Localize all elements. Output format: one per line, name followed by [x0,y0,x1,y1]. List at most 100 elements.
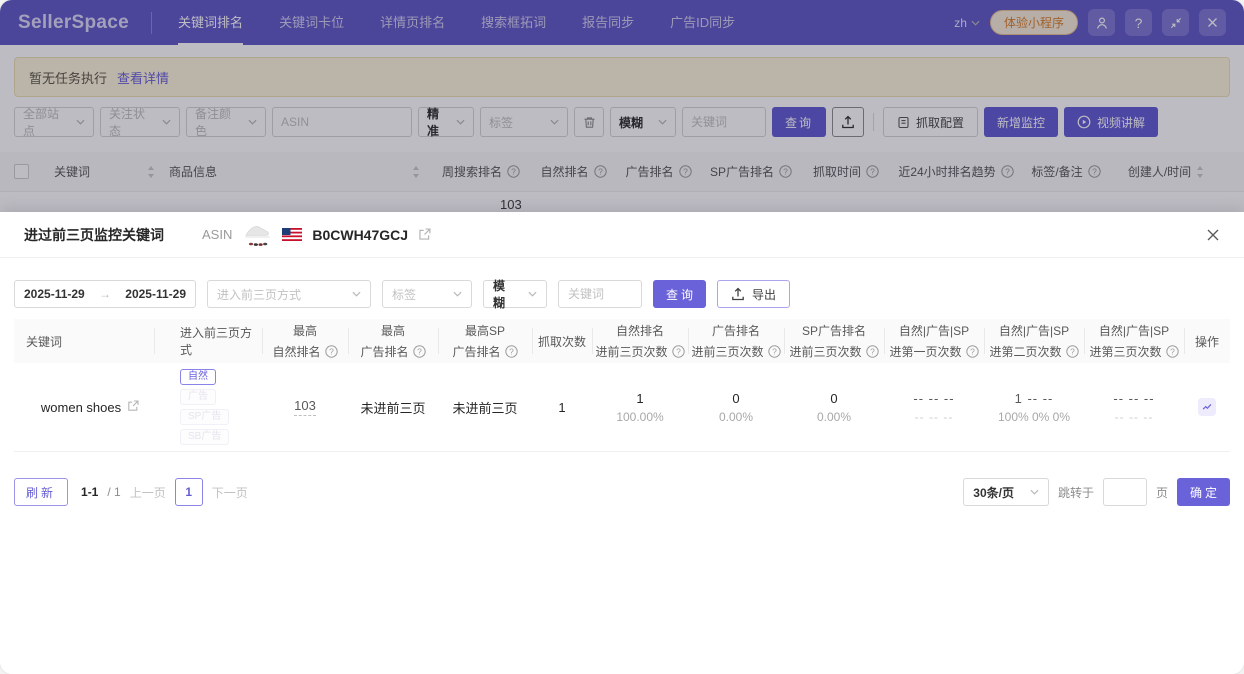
entry-mode-select[interactable]: 进入前三页方式 [207,280,371,308]
current-page-button[interactable]: 1 [175,478,203,506]
col-max-ad: 最高 广告排名 ? [348,319,438,363]
info-icon[interactable]: ? [866,345,879,358]
modal-search-button[interactable]: 查询 [653,280,706,308]
svg-text:?: ? [772,346,777,356]
export-label: 导出 [752,286,776,303]
col-entry-mode: 进入前三页方式 [154,319,262,363]
col-crawl-count: 抓取次数 [532,319,592,363]
cell-max-sp: 未进前三页 [438,398,532,417]
col-label: 自然|广告|SP [899,322,969,339]
max-sp-rank-value: 未进前三页 [452,398,517,417]
col-label: 最高SP [465,322,505,339]
cell-page1: -- -- -- -- -- -- [884,391,984,424]
svg-text:?: ? [1170,346,1175,356]
max-organic-rank-link[interactable]: 103 [294,398,316,416]
modal-pagination: 刷新 1-1 / 1 上一页 1 下一页 30条/页 跳转于 页 确定 [0,452,1244,506]
cell-entry-tags: 自然 广告 SP广告 SB广告 [154,369,262,445]
modal-keyword-input[interactable] [558,280,642,308]
export-button[interactable]: 导出 [717,280,790,308]
page-size-value: 30条/页 [973,484,1014,501]
info-icon[interactable]: ? [325,345,338,358]
info-icon[interactable]: ? [1166,345,1179,358]
cell-ad-top3: 0 0.00% [688,391,784,424]
chevron-down-icon [352,291,361,297]
cell-crawl-count: 1 [532,400,592,415]
cell-organic-top3: 1 100.00% [592,391,688,424]
page2-pcts: 100% 0% 0% [998,410,1070,424]
info-icon[interactable]: ? [672,345,685,358]
cell-keyword: women shoes [14,400,154,415]
cell-actions [1184,398,1230,416]
confirm-jump-button[interactable]: 确定 [1177,478,1230,506]
external-link-icon[interactable] [127,400,139,412]
prev-page-button[interactable]: 上一页 [130,484,166,501]
pagination-range: 1-1 [81,485,98,499]
entry-tag-list: 自然 广告 SP广告 SB广告 [180,369,229,445]
info-icon[interactable]: ? [505,345,518,358]
col-label: 进第二页次数 [989,343,1061,360]
entry-mode-placeholder: 进入前三页方式 [217,286,301,303]
modal-tag-select[interactable]: 标签 [382,280,472,308]
col-sp-top3: SP广告排名 进前三页次数 ? [784,319,884,363]
col-max-organic: 最高 自然排名 ? [262,319,348,363]
modal-title: 进过前三页监控关键词 [24,225,164,245]
col-organic-top3: 自然排名 进前三页次数 ? [592,319,688,363]
refresh-button[interactable]: 刷新 [14,478,68,506]
info-icon[interactable]: ? [413,345,426,358]
col-label: 操作 [1195,333,1219,350]
col-label: 最高 [293,322,317,339]
cell-max-ad: 未进前三页 [348,398,438,417]
col-label: 进前三页次数 [789,343,861,360]
modal-fuzzy-value: 模糊 [493,277,516,311]
jump-label: 跳转于 [1058,484,1094,501]
info-icon[interactable]: ? [1066,345,1079,358]
col-label: SP广告排名 [802,322,866,339]
col-label: 进前三页次数 [595,343,667,360]
svg-text:?: ? [509,346,514,356]
ad-top3-pct: 0.00% [719,410,753,424]
external-link-icon[interactable] [418,228,431,241]
cell-sp-top3: 0 0.00% [784,391,884,424]
col-max-sp: 最高SP 广告排名 ? [438,319,532,363]
page3-counts: -- -- -- [1113,391,1154,406]
col-label: 最高 [381,322,405,339]
page3-pcts: -- -- -- [1115,410,1154,424]
page1-counts: -- -- -- [913,391,954,406]
modal-fuzzy-select[interactable]: 模糊 [483,280,547,308]
modal-header: 进过前三页监控关键词 ASIN B0CWH47GCJ [0,212,1244,258]
svg-text:?: ? [970,346,975,356]
chevron-down-icon [528,291,537,297]
keyword-text: women shoes [41,400,121,415]
col-label: 进第三页次数 [1089,343,1161,360]
trend-chart-button[interactable] [1198,398,1216,416]
chevron-down-icon [453,291,462,297]
ad-top3-count: 0 [732,391,739,406]
info-icon[interactable]: ? [768,345,781,358]
top3-monitor-modal: 进过前三页监控关键词 ASIN B0CWH47GCJ [0,212,1244,674]
col-label: 广告排名 [452,343,500,360]
svg-text:?: ? [1070,346,1075,356]
jump-page-input[interactable] [1103,478,1147,506]
cell-page2: 1 -- -- 100% 0% 0% [984,391,1084,424]
page-size-select[interactable]: 30条/页 [963,478,1049,506]
modal-tag-placeholder: 标签 [392,286,416,303]
page-unit-label: 页 [1156,484,1168,501]
col-label: 进入前三页方式 [180,324,262,358]
modal-close-button[interactable] [1206,228,1220,242]
info-icon[interactable]: ? [966,345,979,358]
col-actions: 操作 [1184,319,1230,363]
col-label: 广告排名 [360,343,408,360]
col-label: 进第一页次数 [889,343,961,360]
date-range-picker[interactable]: 2025-11-29 → 2025-11-29 [14,280,196,308]
product-image [242,221,272,248]
modal-dim-overlay[interactable] [0,0,1244,212]
date-to: 2025-11-29 [125,287,186,301]
col-label: 广告排名 [712,322,760,339]
upload-icon [731,287,745,301]
col-label: 进前三页次数 [691,343,763,360]
sp-top3-pct: 0.00% [817,410,851,424]
cell-max-organic: 103 [262,398,348,416]
next-page-button[interactable]: 下一页 [212,484,248,501]
entry-tag-organic: 自然 [180,369,216,385]
cell-page3: -- -- -- -- -- -- [1084,391,1184,424]
